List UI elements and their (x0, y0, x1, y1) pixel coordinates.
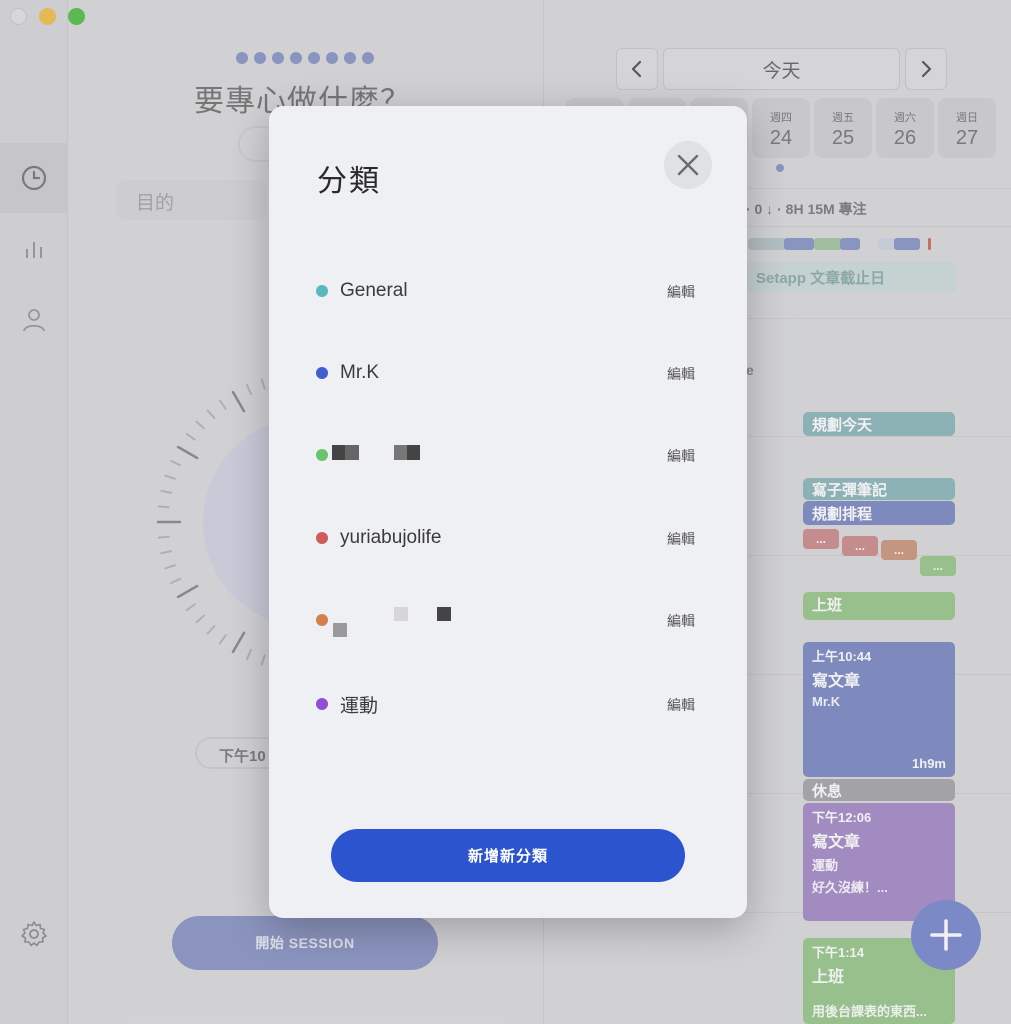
category-row[interactable]: Mr.K 編輯 (316, 358, 696, 388)
category-color-dot (316, 614, 328, 626)
category-color-dot (316, 285, 328, 297)
category-row[interactable]: General 編輯 (316, 276, 696, 306)
category-row[interactable]: 運動 編輯 (316, 689, 696, 719)
category-modal: 分類 General 編輯 Mr.K 編輯 編輯 yuriabujolife 編… (269, 106, 747, 918)
add-category-button[interactable]: 新增新分類 (331, 829, 685, 882)
category-color-dot (316, 698, 328, 710)
modal-title: 分類 (317, 165, 381, 198)
category-row[interactable]: 編輯 (316, 440, 696, 470)
edit-category-button[interactable]: 編輯 (667, 282, 695, 302)
category-color-dot (316, 367, 328, 379)
edit-category-button[interactable]: 編輯 (667, 695, 695, 715)
category-color-dot (316, 532, 328, 544)
category-name: General (340, 280, 408, 301)
edit-category-button[interactable]: 編輯 (667, 611, 695, 631)
edit-category-button[interactable]: 編輯 (667, 364, 695, 384)
close-button[interactable] (664, 141, 712, 189)
category-name: 運動 (340, 695, 379, 717)
close-icon (677, 154, 699, 176)
category-name: yuriabujolife (340, 527, 442, 548)
category-name: Mr.K (340, 362, 380, 383)
edit-category-button[interactable]: 編輯 (667, 529, 695, 549)
category-row[interactable]: yuriabujolife 編輯 (316, 523, 696, 553)
category-color-dot (316, 449, 328, 461)
category-row[interactable]: 編輯 (316, 605, 696, 637)
redacted-name (328, 445, 438, 465)
edit-category-button[interactable]: 編輯 (667, 446, 695, 466)
redacted-name (328, 605, 478, 637)
